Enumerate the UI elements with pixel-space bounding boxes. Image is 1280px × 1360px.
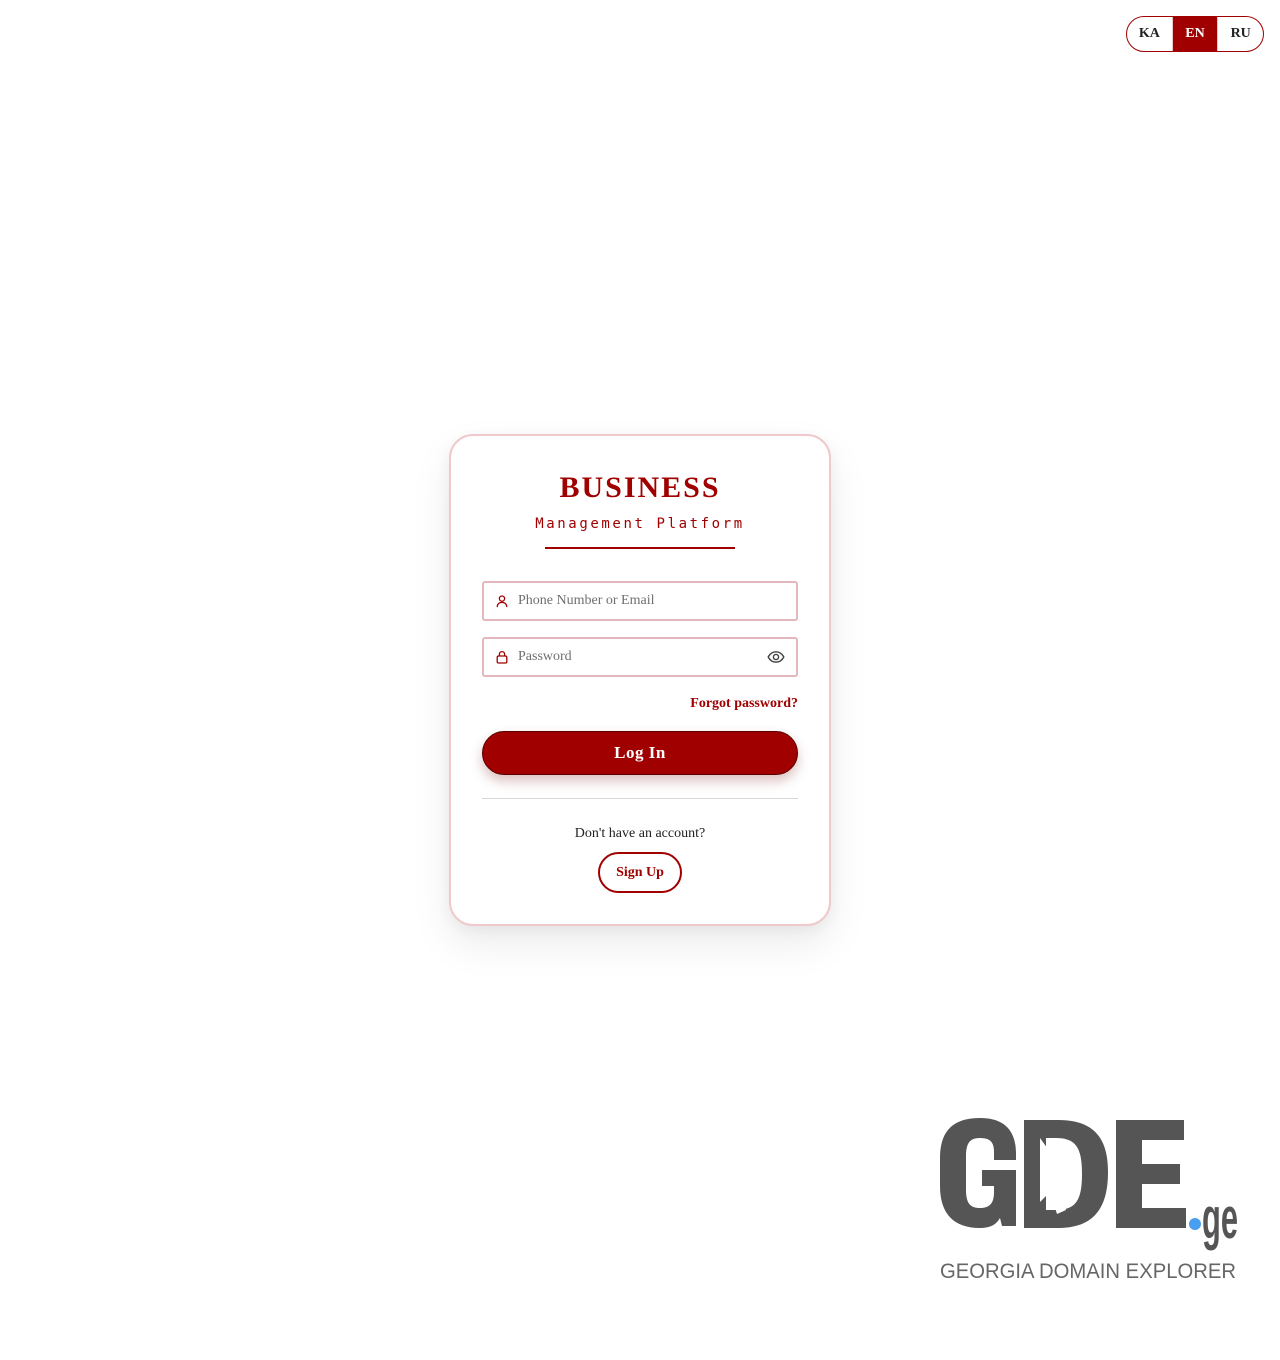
logo-tagline: GEORGIA DOMAIN EXPLORER (940, 1260, 1236, 1282)
login-button[interactable]: Log In (482, 731, 798, 775)
logo-ge-text: ge (1202, 1186, 1238, 1251)
signup-button[interactable]: Sign Up (598, 852, 682, 893)
language-option-ka[interactable]: KA (1127, 17, 1173, 51)
password-input[interactable] (518, 639, 758, 675)
logo-letter-d (1024, 1120, 1108, 1228)
language-switcher: KA EN RU (1126, 16, 1264, 52)
brand-underline (545, 547, 735, 549)
lock-icon (495, 650, 509, 664)
user-icon (495, 594, 509, 608)
logo-dot (1189, 1218, 1201, 1230)
logo-letter-e (1116, 1120, 1186, 1228)
brand-subtitle: Management Platform (535, 516, 745, 532)
eye-icon[interactable] (767, 649, 785, 665)
divider (482, 798, 798, 799)
username-input[interactable] (518, 583, 758, 619)
language-option-en[interactable]: EN (1172, 17, 1219, 51)
no-account-text: Don't have an account? (574, 826, 706, 841)
password-field[interactable] (482, 637, 798, 677)
logo-letter-g (940, 1118, 1016, 1228)
gde-logo: ge GEORGIA DOMAIN EXPLORER (936, 1110, 1240, 1282)
brand-title: BUSINESS (559, 471, 721, 504)
forgot-password-link[interactable]: Forgot password? (690, 696, 798, 712)
login-card: BUSINESS Management Platform Forgot pass… (449, 434, 831, 926)
language-option-ru[interactable]: RU (1218, 17, 1263, 51)
username-field[interactable] (482, 581, 798, 621)
